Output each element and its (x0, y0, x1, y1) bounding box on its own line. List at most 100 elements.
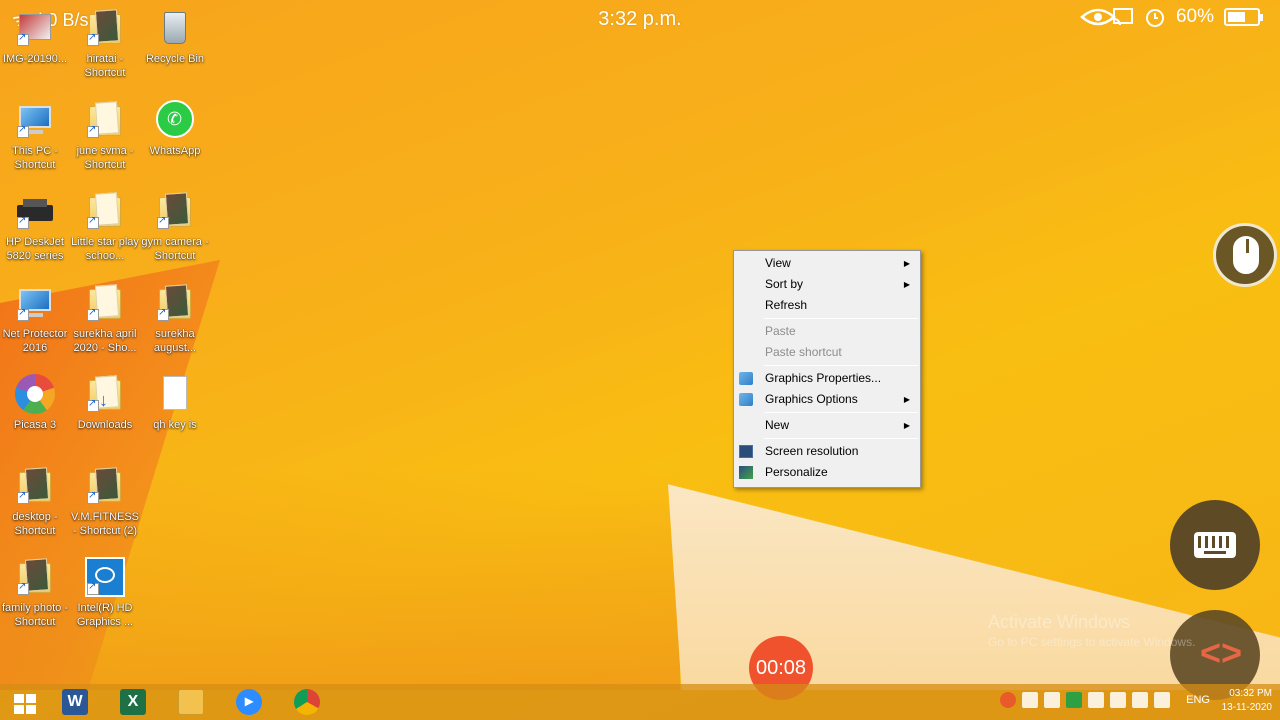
desktop-icon-label: family photo - Shortcut (1, 602, 69, 628)
desktop-icon[interactable]: june svma - Shortcut (69, 100, 141, 172)
desktop-icon-label: IMG-20190... (2, 53, 68, 65)
desktop-icon-label: surekha april 2020 - Sho... (73, 327, 137, 354)
taskbar-zoom[interactable]: ▸ (228, 687, 272, 717)
desktop-icon[interactable]: gym camera - Shortcut (139, 191, 211, 263)
menu-label: Graphics Options (765, 392, 858, 406)
menu-label: Sort by (765, 277, 804, 291)
menu-item-refresh[interactable]: Refresh (734, 295, 920, 316)
keyboard-button[interactable] (1170, 500, 1260, 590)
menu-item-personalize[interactable]: Personalize (734, 462, 920, 483)
text-file-icon (155, 374, 195, 414)
desktop-icon[interactable]: Net Protector 2016 (0, 283, 71, 355)
desktop-icon[interactable]: Picasa 3 (0, 374, 71, 432)
taskbar-excel[interactable]: X (112, 687, 156, 717)
desktop-icon[interactable]: ✆ WhatsApp (139, 99, 211, 158)
desktop-icon[interactable]: Little star play schoo... (69, 191, 141, 263)
folder-icon (85, 8, 125, 48)
menu-item-graphics-options[interactable]: Graphics Options ▶ (734, 389, 920, 410)
folder-icon (85, 283, 125, 323)
lock-icon[interactable] (1110, 692, 1127, 708)
desktop-icon-label: V.M.FITNESS - Shortcut (2) (70, 510, 140, 537)
menu-separator (764, 412, 918, 413)
menu-item-view[interactable]: View ▶ (734, 253, 920, 274)
folder-icon (15, 557, 55, 597)
taskbar-word[interactable]: W (54, 687, 98, 717)
desktop-context-menu: View ▶ Sort by ▶ Refresh Paste Paste short… (733, 250, 921, 488)
tray-app-icon[interactable] (1000, 692, 1017, 708)
taskbar-clock[interactable]: 03:32 PM 13-11-2020 (1222, 687, 1272, 715)
menu-item-new[interactable]: New ▶ (734, 415, 920, 436)
desktop-icon[interactable]: hiratai - Shortcut (69, 8, 141, 80)
desktop-icon[interactable]: IMG-20190... (0, 8, 71, 66)
menu-item-graphics-properties[interactable]: Graphics Properties... (734, 368, 920, 389)
taskbar-chrome[interactable] (286, 687, 330, 717)
battery-icon (1224, 8, 1263, 26)
cast-icon (1112, 7, 1134, 27)
desktop-icon-label: Intel(R) HD Graphics ... (76, 602, 134, 628)
start-button[interactable] (2, 687, 46, 717)
keyboard-icon (1194, 532, 1236, 558)
folder-icon (85, 191, 125, 231)
computer-icon (15, 100, 55, 140)
desktop-icon[interactable]: surekha august... (139, 283, 211, 355)
submenu-arrow-icon: ▶ (903, 395, 910, 404)
desktop-icon-label: hiratai - Shortcut (84, 53, 126, 79)
submenu-arrow-icon: ▶ (903, 259, 910, 268)
desktop-icon[interactable]: Intel(R) HD Graphics ... (69, 557, 141, 629)
clock-date: 13-11-2020 (1221, 702, 1272, 713)
desktop-icon-label: Net Protector 2016 (2, 327, 68, 354)
folder-icon (85, 100, 125, 140)
menu-item-sort-by[interactable]: Sort by ▶ (734, 274, 920, 295)
menu-label: Paste (765, 324, 796, 338)
menu-label: New (765, 418, 790, 432)
folder-icon (155, 283, 195, 323)
submenu-arrow-icon: ▶ (903, 280, 910, 289)
menu-label: Graphics Properties... (765, 371, 882, 385)
graphics-icon (739, 372, 753, 385)
device-icon[interactable] (1044, 692, 1061, 708)
desktop-icon[interactable]: ↓ Downloads (69, 374, 141, 432)
net-protector-icon (15, 283, 55, 323)
volume-icon[interactable] (1154, 692, 1171, 708)
desktop-icon-label: Recycle Bin (145, 53, 205, 65)
desktop-icon[interactable]: desktop - Shortcut (0, 466, 71, 538)
eye-icon (1080, 7, 1116, 27)
folder-icon (155, 191, 195, 231)
system-tray: ENG (1000, 692, 1210, 708)
submenu-arrow-icon: ▶ (903, 421, 910, 430)
flag-icon[interactable] (1132, 692, 1149, 708)
menu-item-screen-resolution[interactable]: Screen resolution (734, 441, 920, 462)
taskbar-file-explorer[interactable] (170, 687, 214, 717)
watermark-title: Activate Windows (988, 612, 1131, 632)
desktop-icon[interactable]: Recycle Bin (139, 8, 211, 66)
desktop-icon[interactable]: HP DeskJet 5820 series (0, 191, 71, 263)
folder-icon (85, 466, 125, 506)
menu-item-paste-shortcut[interactable]: Paste shortcut (734, 342, 920, 363)
desktop-icon-label: Downloads (77, 419, 133, 431)
battery-percent: 60% (1175, 6, 1214, 27)
status-time: 3:32 p.m. (598, 8, 682, 30)
desktop-icon[interactable]: V.M.FITNESS - Shortcut (2) (69, 466, 141, 538)
menu-separator (764, 365, 918, 366)
menu-label: Refresh (765, 298, 808, 312)
desktop-icon[interactable]: family photo - Shortcut (0, 557, 71, 629)
signal-icon[interactable] (1022, 692, 1039, 708)
desktop-icon-label: Picasa 3 (13, 419, 57, 431)
menu-item-paste[interactable]: Paste (734, 321, 920, 342)
screen-resolution-icon (739, 445, 753, 458)
mouse-mode-button[interactable] (1213, 223, 1277, 287)
alarm-icon (1144, 7, 1166, 27)
desktop-icon-label: WhatsApp (149, 144, 201, 157)
folder-icon (178, 689, 204, 715)
usb-icon[interactable] (1088, 692, 1105, 708)
whatsapp-icon: ✆ (155, 99, 195, 140)
menu-label: Paste shortcut (765, 345, 842, 359)
desktop-icon[interactable]: qh key is (139, 374, 211, 432)
desktop-icon[interactable]: This PC - Shortcut (0, 100, 71, 172)
language-indicator[interactable]: ENG (1186, 694, 1210, 706)
menu-label: Screen resolution (765, 444, 859, 458)
menu-separator (764, 318, 918, 319)
q-icon[interactable] (1066, 692, 1083, 708)
desktop-icon[interactable]: surekha april 2020 - Sho... (69, 283, 141, 355)
taskbar: W X ▸ ENG 03:32 PM 13-11-2020 (0, 684, 1280, 720)
